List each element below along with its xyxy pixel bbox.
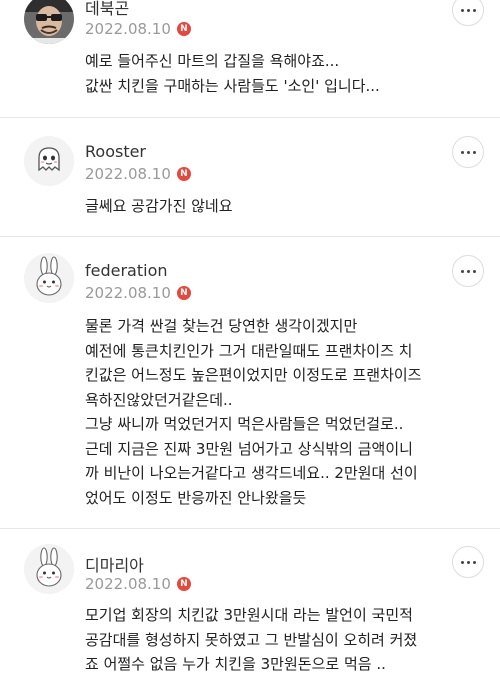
more-options-button[interactable] <box>452 255 484 287</box>
more-dot-icon <box>466 269 470 273</box>
comment-date: 2022.08.10 <box>85 284 171 302</box>
rabbit-character-avatar-icon <box>24 253 74 303</box>
comment-text-line: 예전에 통큰치킨인가 그거 대란일때도 프랜차이즈 치 <box>85 341 413 360</box>
more-dot-icon <box>472 8 476 12</box>
comment-meta: 2022.08.10 N <box>85 165 191 183</box>
comment-text-line: 물론 가격 싼걸 찾는건 당연한 생각이겠지만 <box>85 317 358 335</box>
comment-divider <box>0 236 500 237</box>
more-dot-icon <box>466 150 470 154</box>
comment-text-line: 공감대를 형성하지 못하였고 그 반발심이 오히려 커졌 <box>85 630 418 649</box>
comment-text-line: 모기업 회장의 치킨값 3만원시대 라는 발언이 국민적 <box>85 606 413 624</box>
more-dot-icon <box>460 269 464 273</box>
comment-text-line: 값싼 치킨을 구매하는 사람들도 '소인' 입니다... <box>85 76 380 95</box>
more-dot-icon <box>466 8 470 12</box>
comment-meta: 2022.08.10 N <box>85 575 191 593</box>
more-dot-icon <box>472 150 476 154</box>
new-badge-icon: N <box>176 286 191 300</box>
comment-date: 2022.08.10 <box>85 165 171 183</box>
comment-text-line: 근데 지금은 진짜 3만원 넘어가고 상식밖의 금액이니 <box>85 439 413 458</box>
comment-text-line: 그냥 싸니까 먹었던거지 먹은사람들은 먹었던걸로.. <box>85 415 404 433</box>
new-badge-icon: N <box>176 577 191 591</box>
comment-date: 2022.08.10 <box>85 20 171 38</box>
more-dot-icon <box>466 560 470 564</box>
comment-meta: 2022.08.10 N <box>85 284 191 302</box>
more-options-button[interactable] <box>452 546 484 578</box>
avatar[interactable] <box>24 253 74 303</box>
comment-date: 2022.08.10 <box>85 575 171 593</box>
avatar[interactable] <box>24 136 74 186</box>
avatar[interactable] <box>24 544 74 594</box>
comment-text-line: 죠 어쩔수 없음 누가 치킨을 3만원돈으로 먹음 .. <box>85 655 386 673</box>
username[interactable]: Rooster <box>85 142 146 161</box>
comment-text-line: 예로 들어주신 마트의 갑질을 욕해야죠... <box>85 52 340 70</box>
more-dot-icon <box>460 560 464 564</box>
comment-text: 예로 들어주신 마트의 갑질을 욕해야죠... 값싼 치킨을 구매하는 사람들도… <box>85 49 380 98</box>
comment-text: 글쎄요 공감가진 않네요 <box>85 194 233 219</box>
comment-text: 모기업 회장의 치킨값 3만원시대 라는 발언이 국민적 공감대를 형성하지 못… <box>85 603 417 677</box>
comment-divider <box>0 117 500 118</box>
comment-divider <box>0 528 500 529</box>
more-dot-icon <box>472 269 476 273</box>
username[interactable]: federation <box>85 261 168 280</box>
more-dot-icon <box>472 560 476 564</box>
comment-text: 물론 가격 싼걸 찾는건 당연한 생각이겠지만 예전에 통큰치킨인가 그거 대란… <box>85 314 421 510</box>
person-photo-avatar-icon <box>24 0 74 44</box>
more-dot-icon <box>460 8 464 12</box>
comment-text-line: 킨값은 어느정도 높은편이었지만 이정도로 프랜차이즈 <box>85 366 422 384</box>
username[interactable]: 데북곤 <box>85 0 129 19</box>
comment-meta: 2022.08.10 N <box>85 20 191 38</box>
more-dot-icon <box>460 150 464 154</box>
comment-text-line: 까 비난이 나오는거같다고 생각드네요.. 2만원대 선이 <box>85 464 418 482</box>
avatar[interactable] <box>24 0 74 44</box>
more-options-button[interactable] <box>452 136 484 168</box>
comment-text-line: 욕하진않았던거같은데.. <box>85 390 233 409</box>
rabbit-character-avatar-icon <box>24 544 74 594</box>
comment-text-line: 글쎄요 공감가진 않네요 <box>85 197 233 215</box>
new-badge-icon: N <box>176 22 191 36</box>
new-badge-icon: N <box>176 167 191 181</box>
comment-text-line: 었어도 이정도 반응까진 안나왔을듯 <box>85 488 307 507</box>
more-options-button[interactable] <box>452 0 484 26</box>
username[interactable]: 디마리아 <box>85 552 144 576</box>
ghost-character-avatar-icon <box>24 136 74 186</box>
